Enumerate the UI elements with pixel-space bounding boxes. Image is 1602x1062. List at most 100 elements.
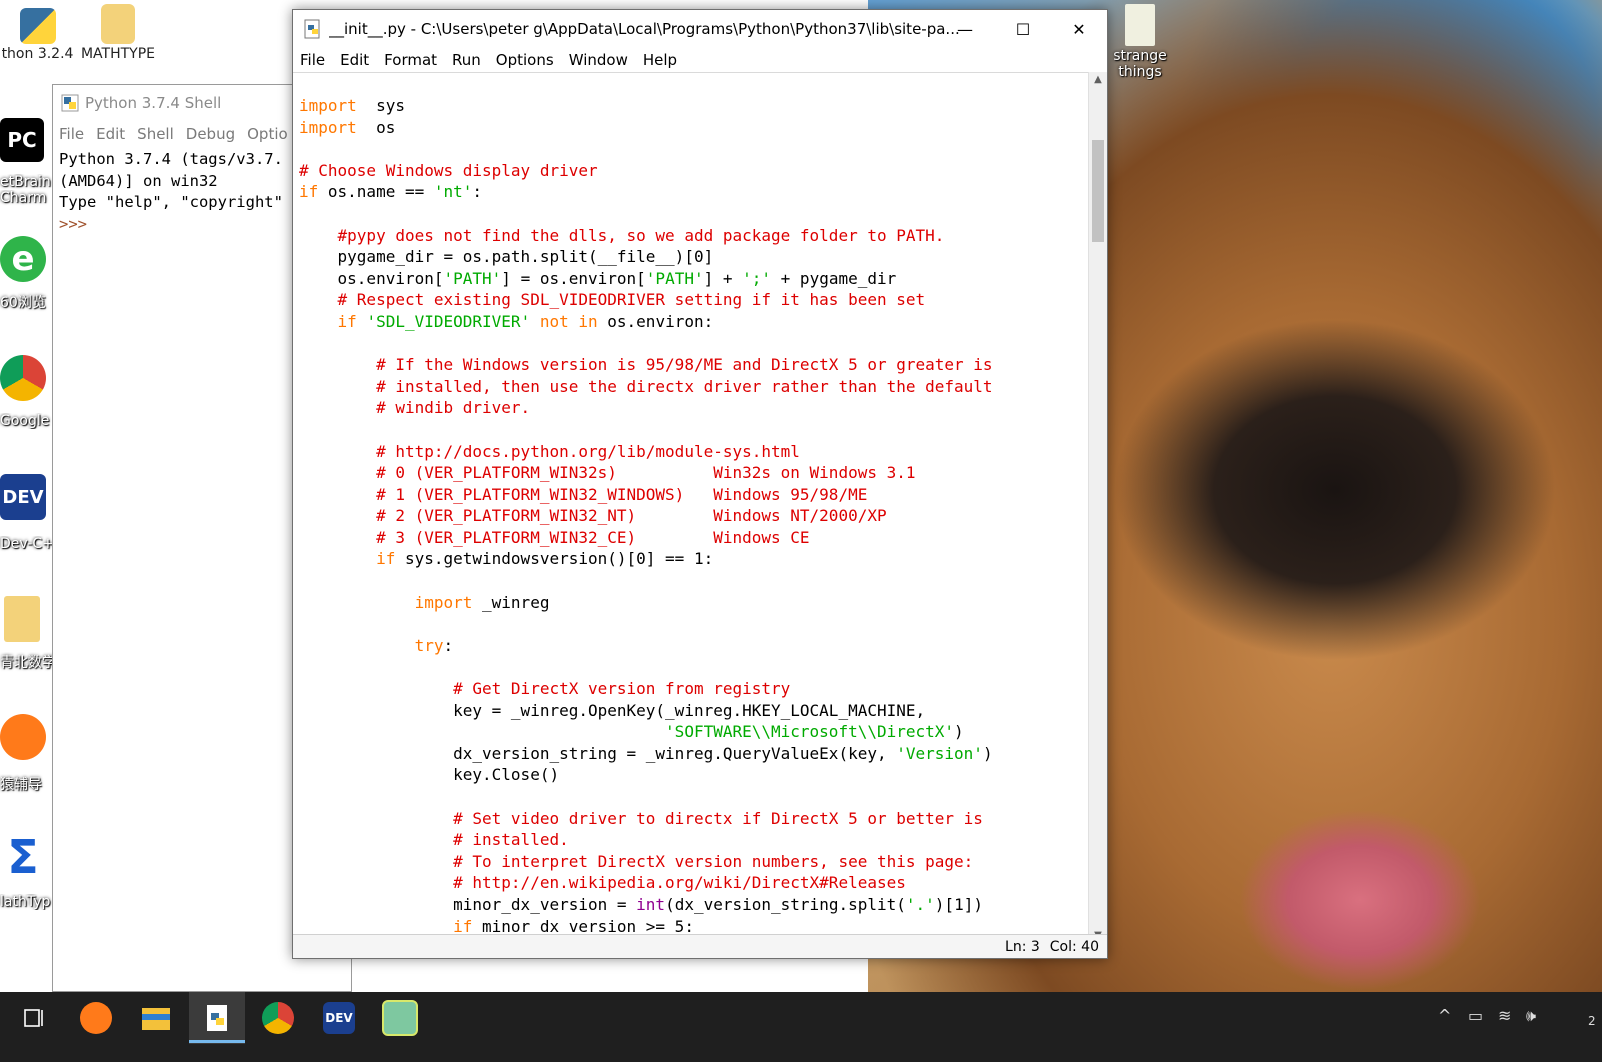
code-token: if	[337, 311, 357, 331]
wifi-icon[interactable]: ≋	[1498, 1006, 1511, 1025]
taskbar-file-explorer[interactable]	[128, 992, 184, 1044]
shell-menu-edit[interactable]: Edit	[96, 125, 125, 143]
desktop-icon-mathtype[interactable]: Σ lathTyp	[0, 834, 52, 910]
code-line: if os.name == 'nt':	[299, 181, 1089, 203]
code-line: # windib driver.	[299, 397, 1089, 419]
taskbar-image-app[interactable]	[372, 992, 428, 1044]
task-view-button[interactable]	[6, 992, 62, 1044]
python-icon	[61, 94, 79, 112]
menu-options[interactable]: Options	[496, 51, 554, 69]
code-token: ] +	[703, 268, 743, 288]
tray-chevron-icon[interactable]: ^	[1438, 1006, 1451, 1025]
code-token: 'PATH'	[645, 268, 704, 288]
desktop-icon-math-folder[interactable]: 青北数学	[0, 596, 52, 672]
menu-edit[interactable]: Edit	[340, 51, 369, 69]
desktop-icon-devcpp[interactable]: DEV Dev-C+	[0, 474, 52, 552]
volume-icon[interactable]: 🕪	[1526, 1006, 1536, 1026]
scrollbar-thumb[interactable]	[1092, 140, 1104, 242]
task-view-icon	[24, 1009, 43, 1027]
code-token: # Set video driver to directx if DirectX…	[453, 808, 983, 828]
code-line: # Get DirectX version from registry	[299, 678, 1089, 700]
code-token: # If the Windows version is 95/98/ME and…	[376, 355, 993, 375]
code-line: # To interpret DirectX version numbers, …	[299, 851, 1089, 873]
shell-menu-debug[interactable]: Debug	[186, 125, 235, 143]
folder-icon	[4, 596, 40, 642]
code-token: # 1 (VER_PLATFORM_WIN32_WINDOWS) Windows…	[376, 484, 868, 504]
code-token: '.'	[905, 894, 935, 914]
shell-menu-options[interactable]: Optio	[247, 125, 288, 143]
editor-window[interactable]: __init__.py - C:\Users\peter g\AppData\L…	[292, 9, 1108, 959]
desktop-icon-chrome[interactable]: Google	[0, 355, 52, 429]
menu-file[interactable]: File	[300, 51, 325, 69]
code-line: # 0 (VER_PLATFORM_WIN32s) Win32s on Wind…	[299, 462, 1089, 484]
code-token: (dx_version_string.split(	[665, 894, 906, 914]
desktop-icon-strange-things[interactable]: strange things	[1110, 0, 1170, 80]
menu-run[interactable]: Run	[452, 51, 481, 69]
code-token: # Choose Windows display driver	[299, 160, 598, 180]
python-icon	[19, 8, 56, 44]
code-token: 'PATH'	[443, 268, 502, 288]
code-token: try	[414, 635, 444, 655]
code-line: #pypy does not find the dlls, so we add …	[299, 225, 1089, 247]
code-token: os	[356, 117, 396, 137]
taskbar-monkey-app[interactable]	[68, 992, 124, 1044]
desktop-icon-yuanfudao[interactable]: 猿辅导	[0, 714, 52, 794]
code-token: key = _winreg.OpenKey(_winreg.HKEY_LOCAL…	[299, 700, 926, 720]
status-line: Ln: 3	[1005, 938, 1040, 955]
code-editor[interactable]: import sys import os # Choose Windows dis…	[293, 72, 1089, 945]
code-token: dx_version_string = _winreg.QueryValueEx…	[299, 743, 897, 763]
shell-menu-shell[interactable]: Shell	[137, 125, 174, 143]
chrome-icon	[262, 1002, 294, 1034]
menu-window[interactable]: Window	[569, 51, 628, 69]
maximize-button[interactable]: ☐	[994, 10, 1052, 48]
code-token: 'nt'	[433, 182, 473, 202]
taskbar-devcpp[interactable]: DEV	[311, 992, 367, 1044]
code-line: if sys.getwindowsversion()[0] == 1:	[299, 548, 1089, 570]
close-button[interactable]: ✕	[1050, 10, 1108, 48]
taskbar-chrome[interactable]	[250, 992, 306, 1044]
battery-icon[interactable]: ▭	[1468, 1006, 1483, 1025]
code-line: minor_dx_version = int(dx_version_string…	[299, 894, 1089, 916]
minimize-button[interactable]: —	[936, 10, 994, 48]
shell-title: Python 3.7.4 Shell	[85, 94, 222, 112]
desktop-icon-pycharm[interactable]: PC etBrain Charm	[0, 118, 52, 206]
python-idle-icon	[207, 1005, 227, 1031]
code-token: ';'	[742, 268, 772, 288]
menu-format[interactable]: Format	[384, 51, 437, 69]
code-line: # http://docs.python.org/lib/module-sys.…	[299, 441, 1089, 463]
taskbar-python-idle[interactable]	[189, 992, 245, 1044]
code-token: :	[443, 635, 454, 655]
code-token: key.Close()	[299, 765, 560, 785]
code-token: # installed, then use the directx driver…	[376, 376, 993, 396]
code-token: # To interpret DirectX version numbers, …	[453, 851, 974, 871]
desktop-icon-mathtype-folder[interactable]: MATHTYPE	[78, 0, 158, 62]
shell-menu-file[interactable]: File	[59, 125, 84, 143]
scroll-up-icon[interactable]: ▲	[1089, 72, 1107, 88]
clock[interactable]: 2	[1588, 1014, 1596, 1028]
code-line: # If the Windows version is 95/98/ME and…	[299, 354, 1089, 376]
code-token: pygame_dir = os.path.split(__file__)[0]	[299, 247, 714, 267]
code-token: # http://docs.python.org/lib/module-sys.…	[376, 441, 800, 461]
menu-help[interactable]: Help	[643, 51, 677, 69]
code-line: try:	[299, 635, 1089, 657]
desktop-icon-python[interactable]: thon 3.2.4	[0, 0, 75, 62]
browser-360-icon: e	[0, 236, 46, 282]
desktop-icon-360-browser[interactable]: e 60浏览	[0, 236, 52, 312]
vertical-scrollbar[interactable]: ▲ ▼	[1088, 72, 1107, 944]
folder-icon	[101, 4, 135, 44]
editor-title-bar[interactable]: __init__.py - C:\Users\peter g\AppData\L…	[293, 10, 1107, 48]
status-col: Col: 40	[1049, 938, 1099, 955]
